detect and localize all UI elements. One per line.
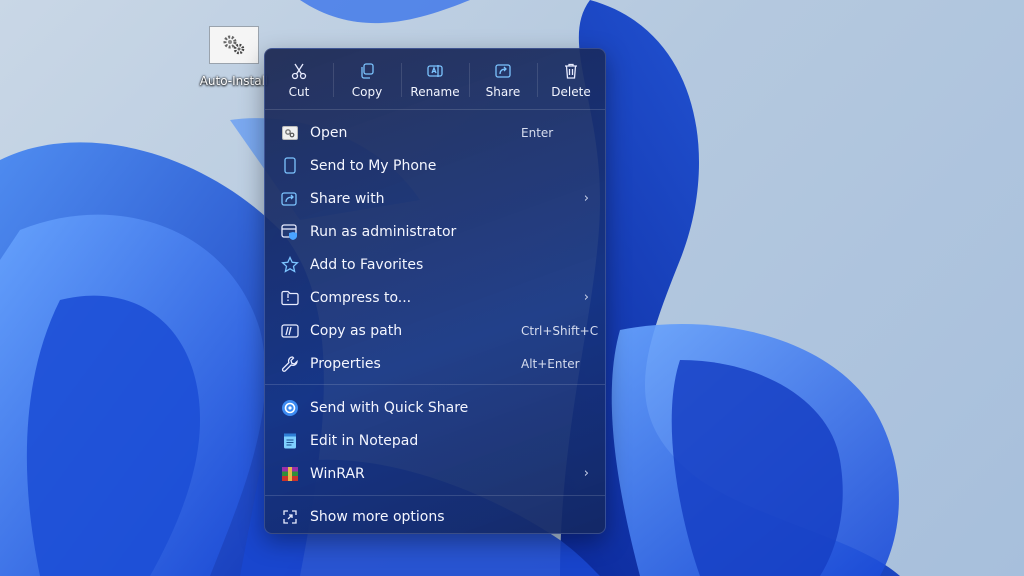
menu-item-properties[interactable]: Properties Alt+Enter (265, 347, 605, 380)
context-menu: Cut Copy Rename Share Delete Open Enter … (264, 48, 606, 534)
quick-share-icon (281, 399, 299, 417)
shortcut-label: Alt+Enter (521, 356, 580, 371)
gear-file-icon (209, 26, 259, 64)
copy-label: Copy (351, 85, 383, 99)
rename-button[interactable]: Rename (401, 49, 469, 109)
menu-item-add-favorites[interactable]: Add to Favorites (265, 248, 605, 281)
share-icon (494, 61, 512, 81)
menu-item-share-with[interactable]: Share with › (265, 182, 605, 215)
copy-button[interactable]: Copy (333, 49, 401, 109)
desktop-file-icon[interactable]: Auto-Install (196, 26, 272, 88)
menu-item-label: Edit in Notepad (310, 432, 419, 449)
shortcut-label: Enter (521, 125, 554, 140)
delete-label: Delete (551, 85, 591, 99)
menu-item-edit-notepad[interactable]: Edit in Notepad (265, 424, 605, 457)
rename-icon (426, 61, 444, 81)
share-button[interactable]: Share (469, 49, 537, 109)
star-icon (281, 255, 299, 274)
menu-item-send-to-phone[interactable]: Send to My Phone (265, 149, 605, 182)
menu-item-label: Properties (310, 355, 381, 372)
menu-item-copy-as-path[interactable]: Copy as path Ctrl+Shift+C (265, 314, 605, 347)
menu-item-winrar[interactable]: WinRAR › (265, 457, 605, 490)
wrench-icon (281, 355, 299, 373)
menu-item-label: Compress to... (310, 289, 412, 306)
menu-group-more: Show more options (265, 496, 605, 533)
menu-item-open[interactable]: Open Enter (265, 116, 605, 149)
notepad-icon (281, 432, 299, 450)
menu-item-label: Send with Quick Share (310, 399, 469, 416)
cut-label: Cut (288, 85, 310, 99)
menu-item-label: Copy as path (310, 322, 403, 339)
chevron-right-icon: › (583, 466, 589, 481)
copy-icon (358, 61, 376, 81)
menu-item-show-more-options[interactable]: Show more options (265, 500, 605, 533)
menu-group-apps: Send with Quick Share Edit in Notepad Wi… (265, 385, 605, 495)
copy-path-icon (281, 322, 299, 340)
more-options-icon (281, 508, 299, 526)
context-toolbar: Cut Copy Rename Share Delete (265, 49, 605, 109)
delete-button[interactable]: Delete (537, 49, 605, 109)
trash-icon (562, 61, 580, 81)
share-with-icon (281, 190, 299, 208)
desktop-file-label: Auto-Install (199, 74, 269, 88)
shortcut-label: Ctrl+Shift+C (521, 323, 599, 338)
menu-item-label: Send to My Phone (310, 157, 437, 174)
menu-item-label: WinRAR (310, 465, 365, 482)
menu-item-quick-share[interactable]: Send with Quick Share (265, 391, 605, 424)
winrar-icon (281, 465, 299, 483)
menu-item-label: Show more options (310, 508, 445, 525)
menu-group-primary: Open Enter Send to My Phone Share with ›… (265, 110, 605, 384)
folder-zip-icon (281, 289, 299, 307)
menu-item-compress[interactable]: Compress to... › (265, 281, 605, 314)
rename-label: Rename (410, 85, 460, 99)
menu-item-label: Open (310, 124, 348, 141)
cut-button[interactable]: Cut (265, 49, 333, 109)
shield-icon (281, 223, 299, 241)
chevron-right-icon: › (583, 191, 589, 206)
menu-item-run-as-admin[interactable]: Run as administrator (265, 215, 605, 248)
menu-item-label: Run as administrator (310, 223, 457, 240)
phone-icon (281, 157, 299, 175)
open-icon (281, 124, 299, 142)
scissors-icon (290, 61, 308, 81)
chevron-right-icon: › (583, 290, 589, 305)
menu-item-label: Share with (310, 190, 385, 207)
menu-item-label: Add to Favorites (310, 256, 424, 273)
share-label: Share (485, 85, 521, 99)
